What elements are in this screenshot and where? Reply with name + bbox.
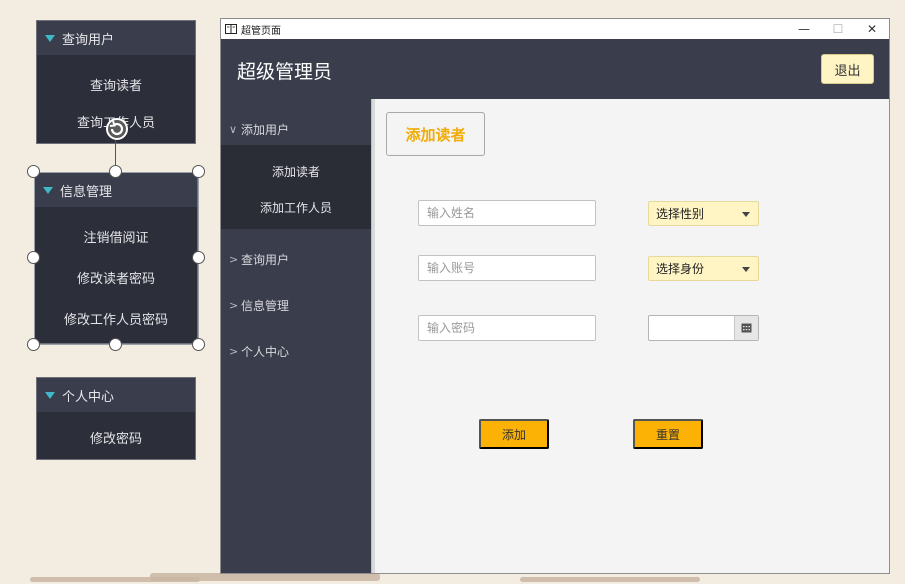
panel-header-label: 信息管理 [60, 184, 113, 200]
chevron-right-icon: > [229, 298, 239, 312]
sidebar-item-add-reader[interactable]: 添加读者 [221, 163, 371, 180]
main-content: 添加读者 选择性别 选择身份 添加 重 [375, 99, 889, 573]
panel-item-query-readers[interactable]: 查询读者 [37, 75, 195, 94]
panel-item-change-reader-password[interactable]: 修改读者密码 [35, 268, 197, 287]
sidebar-group-label: 个人中心 [241, 344, 290, 359]
sidebar-group-personal-center[interactable]: > 个人中心 [221, 339, 371, 363]
triangle-down-icon [45, 391, 55, 399]
rotate-icon[interactable] [104, 116, 130, 142]
role-select-label: 选择身份 [656, 262, 705, 276]
close-button[interactable]: ✕ [855, 19, 889, 39]
calendar-icon [741, 323, 752, 333]
panel-header: 查询用户 [37, 21, 195, 55]
add-button[interactable]: 添加 [479, 419, 549, 449]
name-input[interactable] [418, 200, 596, 226]
minimize-button[interactable]: — [787, 19, 821, 39]
triangle-down-icon [45, 34, 55, 42]
sidebar-group-query-user[interactable]: > 查询用户 [221, 247, 371, 271]
sidebar: ∨ 添加用户 添加读者 添加工作人员 > 查询用户 > 信息管理 > 个人中心 [221, 99, 371, 573]
resize-handle-sw[interactable] [27, 338, 40, 351]
panel-item-change-staff-password[interactable]: 修改工作人员密码 [35, 309, 197, 328]
gender-select-label: 选择性别 [656, 207, 705, 221]
maximize-button[interactable]: ☐ [821, 19, 855, 39]
role-select[interactable]: 选择身份 [648, 256, 759, 281]
tab-add-reader[interactable]: 添加读者 [386, 112, 485, 156]
canvas-panel-personal-center[interactable]: 个人中心 修改密码 [36, 377, 196, 460]
chevron-down-icon [742, 267, 750, 272]
panel-header-label: 个人中心 [62, 389, 115, 405]
reset-button[interactable]: 重置 [633, 419, 703, 449]
chevron-down-icon: ∨ [229, 122, 238, 136]
calendar-button[interactable] [734, 316, 758, 340]
chevron-right-icon: > [229, 344, 239, 358]
resize-handle-ne[interactable] [192, 165, 205, 178]
resize-handle-n[interactable] [109, 165, 122, 178]
sidebar-group-label: 添加用户 [241, 122, 290, 137]
app-window: 超管页面 — ☐ ✕ 超级管理员 退出 ∨ 添加用户 添加读者 添加工作人员 >… [220, 18, 890, 574]
chevron-right-icon: > [229, 252, 239, 266]
background-stroke [520, 577, 700, 582]
canvas-panel-info-management[interactable]: 信息管理 注销借阅证 修改读者密码 修改工作人员密码 [34, 172, 198, 344]
panel-header: 个人中心 [37, 378, 195, 412]
title-bar: 超管页面 — ☐ ✕ [221, 19, 889, 39]
background-stroke [150, 573, 380, 581]
panel-header: 信息管理 [35, 173, 197, 207]
panel-item-cancel-card[interactable]: 注销借阅证 [35, 227, 197, 246]
resize-handle-se[interactable] [192, 338, 205, 351]
panel-item-change-password[interactable]: 修改密码 [37, 428, 195, 447]
sidebar-group-label: 信息管理 [241, 298, 290, 313]
date-picker[interactable] [648, 315, 759, 341]
sidebar-item-add-staff[interactable]: 添加工作人员 [221, 199, 371, 216]
chevron-down-icon [742, 212, 750, 217]
resize-handle-e[interactable] [192, 251, 205, 264]
resize-handle-s[interactable] [109, 338, 122, 351]
book-icon [225, 24, 237, 34]
resize-handle-w[interactable] [27, 251, 40, 264]
sidebar-group-add-user[interactable]: ∨ 添加用户 [221, 117, 371, 141]
panel-header-label: 查询用户 [62, 32, 115, 48]
triangle-down-icon [43, 186, 53, 194]
logout-button[interactable]: 退出 [821, 54, 874, 84]
password-input[interactable] [418, 315, 596, 341]
gender-select[interactable]: 选择性别 [648, 201, 759, 226]
page-title: 超级管理员 [237, 61, 333, 83]
window-title: 超管页面 [241, 25, 281, 37]
sidebar-group-info-management[interactable]: > 信息管理 [221, 293, 371, 317]
resize-handle-nw[interactable] [27, 165, 40, 178]
sidebar-group-label: 查询用户 [241, 252, 290, 267]
header-bar: 超级管理员 退出 [221, 39, 889, 99]
account-input[interactable] [418, 255, 596, 281]
sidebar-submenu: 添加读者 添加工作人员 [221, 145, 371, 229]
